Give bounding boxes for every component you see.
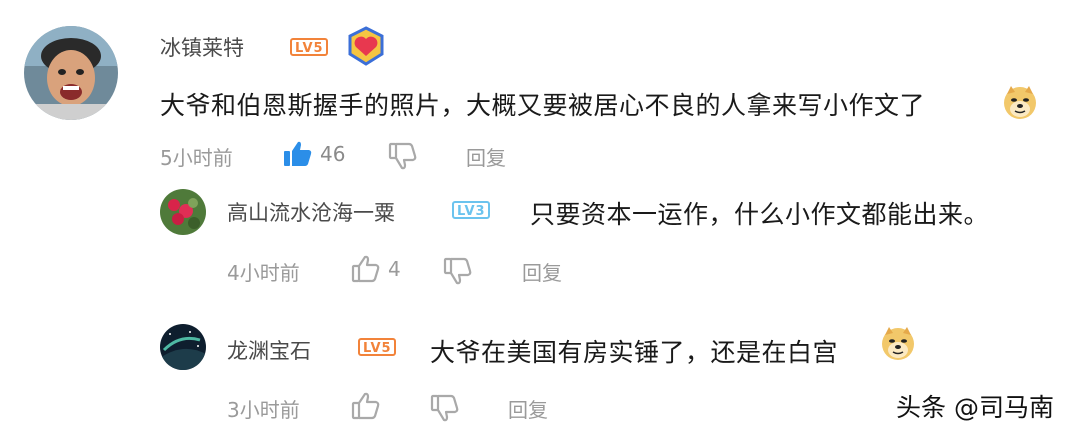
dislike-icon[interactable] (430, 394, 460, 422)
reply-button[interactable]: 回复 (466, 142, 506, 171)
user-avatar[interactable] (160, 189, 206, 235)
comment-time: 5小时前 (160, 146, 233, 170)
like-icon[interactable] (283, 140, 313, 168)
comment-time: 4小时前 (227, 261, 300, 285)
username[interactable]: 高山流水沧海一粟 (227, 197, 395, 227)
comment-text: 只要资本一运作，什么小作文都能出来。 (530, 200, 990, 229)
like-count: 4 (388, 257, 401, 281)
dislike-icon[interactable] (443, 257, 473, 285)
doge-emoji-icon (1002, 84, 1038, 120)
user-avatar[interactable] (24, 26, 118, 120)
fan-medal-icon (346, 26, 386, 66)
like-icon[interactable] (351, 255, 381, 283)
level-badge: LV5 (358, 338, 396, 356)
comment-time: 3小时前 (227, 398, 300, 422)
like-icon[interactable] (351, 392, 381, 420)
comment-text: 大爷和伯恩斯握手的照片，大概又要被居心不良的人拿来写小作文了 (160, 91, 926, 120)
comment-text: 大爷在美国有房实锤了，还是在白宫 (430, 338, 839, 367)
username[interactable]: 冰镇莱特 (160, 32, 244, 62)
username[interactable]: 龙渊宝石 (227, 335, 311, 365)
user-avatar[interactable] (160, 324, 206, 370)
comment-2: 高山流水沧海一粟 LV3 只要资本一运作，什么小作文都能出来。 4小时前 4 回… (0, 175, 1080, 295)
reply-button[interactable]: 回复 (522, 257, 562, 286)
watermark: 头条 @司马南 (896, 393, 1054, 422)
doge-emoji-icon (880, 325, 916, 361)
reply-button[interactable]: 回复 (508, 394, 548, 423)
comment-1: 冰镇莱特 LV5 大爷和伯恩斯握手的照片，大概又要被居心不良的人拿来写小作文了 … (0, 0, 1080, 175)
like-count: 46 (320, 142, 346, 166)
level-badge: LV5 (290, 38, 328, 56)
dislike-icon[interactable] (388, 142, 418, 170)
level-badge: LV3 (452, 201, 490, 219)
